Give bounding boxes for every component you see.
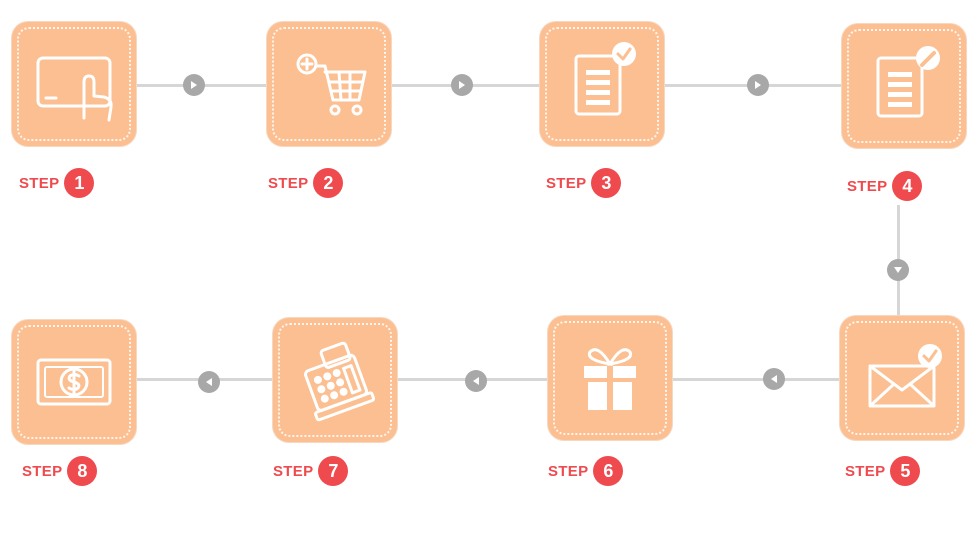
connector-line <box>136 378 844 381</box>
step-7-tile <box>273 318 397 442</box>
connector-line <box>134 84 844 87</box>
arrow-right-icon <box>747 74 769 96</box>
step-word: STEP <box>845 462 886 480</box>
step-word: STEP <box>22 462 63 480</box>
step-word: STEP <box>273 462 314 480</box>
document-edit-icon <box>876 46 940 118</box>
step-3-label: STEP 3 <box>546 168 622 198</box>
step-number-badge: 4 <box>892 171 923 201</box>
step-4-tile <box>842 24 966 148</box>
step-1-label: STEP 1 <box>19 168 95 198</box>
step-6-tile <box>548 316 672 440</box>
step-5-tile <box>840 316 964 440</box>
step-8-tile <box>12 320 136 444</box>
arrow-left-icon <box>198 371 220 393</box>
step-number-badge: 8 <box>67 456 98 486</box>
step-6-label: STEP 6 <box>548 456 624 486</box>
step-1-tile <box>12 22 136 146</box>
mail-check-icon <box>868 344 942 408</box>
step-4-label: STEP 4 <box>847 171 923 201</box>
step-number-badge: 3 <box>591 168 622 198</box>
tablet-touch-icon <box>36 56 113 122</box>
step-8-label: STEP 8 <box>22 456 98 486</box>
arrow-down-icon <box>887 259 909 281</box>
step-number-badge: 2 <box>313 168 344 198</box>
step-number-badge: 5 <box>890 456 921 486</box>
step-number-badge: 1 <box>64 168 95 198</box>
step-2-tile <box>267 22 391 146</box>
step-word: STEP <box>548 462 589 480</box>
step-7-label: STEP 7 <box>273 456 349 486</box>
step-word: STEP <box>19 174 60 192</box>
step-2-label: STEP 2 <box>268 168 344 198</box>
step-word: STEP <box>268 174 309 192</box>
step-number-badge: 7 <box>318 456 349 486</box>
arrow-right-icon <box>451 74 473 96</box>
dollar-bill-icon <box>36 358 112 406</box>
gift-box-icon <box>584 348 636 410</box>
arrow-right-icon <box>183 74 205 96</box>
checklist-document-icon <box>574 42 636 116</box>
shopping-cart-add-icon <box>296 53 367 116</box>
arrow-left-icon <box>465 370 487 392</box>
arrow-left-icon <box>763 368 785 390</box>
step-word: STEP <box>847 177 888 195</box>
step-3-tile <box>540 22 664 146</box>
step-word: STEP <box>546 174 587 192</box>
step-5-label: STEP 5 <box>845 456 921 486</box>
step-number-badge: 6 <box>593 456 624 486</box>
cash-register-icon <box>304 341 376 422</box>
